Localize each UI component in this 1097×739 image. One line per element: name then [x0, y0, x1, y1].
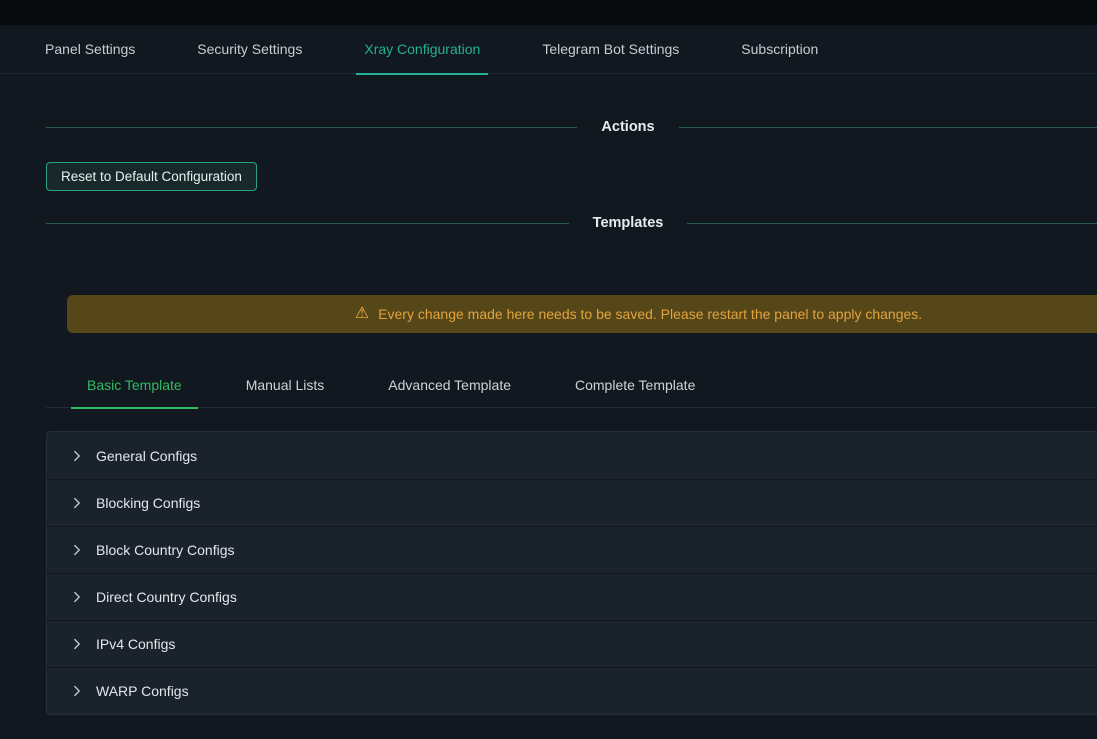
templates-divider: Templates: [46, 212, 1097, 234]
accordion-item-label: WARP Configs: [96, 683, 189, 699]
restart-warning-banner: ⚠ Every change made here needs to be sav…: [67, 295, 1097, 333]
accordion-item-label: Block Country Configs: [96, 542, 235, 558]
accordion-item-ipv4-configs[interactable]: IPv4 Configs: [47, 620, 1097, 667]
accordion-item-label: Direct Country Configs: [96, 589, 237, 605]
templates-section-title: Templates: [569, 215, 688, 231]
tab-manual-lists[interactable]: Manual Lists: [230, 363, 341, 408]
accordion-item-label: General Configs: [96, 448, 197, 464]
accordion-item-label: Blocking Configs: [96, 495, 200, 511]
chevron-right-icon: [71, 638, 83, 650]
chevron-right-icon: [71, 497, 83, 509]
accordion-item-block-country-configs[interactable]: Block Country Configs: [47, 526, 1097, 573]
warning-triangle-icon: ⚠: [355, 306, 369, 322]
template-tabs-bar: Basic Template Manual Lists Advanced Tem…: [46, 363, 1097, 408]
tab-xray-configuration[interactable]: Xray Configuration: [364, 25, 480, 74]
accordion-item-warp-configs[interactable]: WARP Configs: [47, 667, 1097, 714]
divider-line-right: [679, 127, 1097, 128]
configs-accordion: General Configs Blocking Configs Block C…: [46, 431, 1097, 715]
tab-panel-settings[interactable]: Panel Settings: [45, 25, 135, 74]
settings-tabs-bar: Panel Settings Security Settings Xray Co…: [0, 25, 1097, 74]
warning-banner-text: Every change made here needs to be saved…: [378, 306, 922, 322]
tab-telegram-bot-settings[interactable]: Telegram Bot Settings: [542, 25, 679, 74]
tab-advanced-template[interactable]: Advanced Template: [372, 363, 527, 408]
tab-security-settings[interactable]: Security Settings: [197, 25, 302, 74]
tab-basic-template[interactable]: Basic Template: [71, 363, 198, 408]
tab-complete-template[interactable]: Complete Template: [559, 363, 711, 408]
accordion-item-direct-country-configs[interactable]: Direct Country Configs: [47, 573, 1097, 620]
divider-line-right: [687, 223, 1097, 224]
chevron-right-icon: [71, 544, 83, 556]
actions-section-title: Actions: [577, 119, 678, 135]
tab-subscription[interactable]: Subscription: [741, 25, 818, 74]
accordion-item-general-configs[interactable]: General Configs: [47, 432, 1097, 479]
divider-line-left: [46, 127, 577, 128]
divider-line-left: [46, 223, 569, 224]
top-strip: [0, 0, 1097, 25]
chevron-right-icon: [71, 591, 83, 603]
chevron-right-icon: [71, 685, 83, 697]
chevron-right-icon: [71, 450, 83, 462]
main-content: Actions Reset to Default Configuration T…: [46, 116, 1097, 715]
accordion-item-blocking-configs[interactable]: Blocking Configs: [47, 479, 1097, 526]
actions-divider: Actions: [46, 116, 1097, 138]
accordion-item-label: IPv4 Configs: [96, 636, 175, 652]
reset-to-default-configuration-button[interactable]: Reset to Default Configuration: [46, 162, 257, 191]
